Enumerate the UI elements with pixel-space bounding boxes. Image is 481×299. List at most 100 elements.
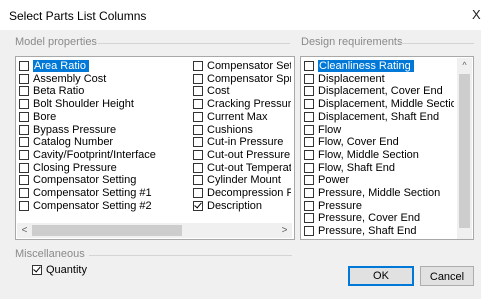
list-item[interactable]: Compensator Setting #1 [19,187,191,200]
cancel-button[interactable]: Cancel [420,266,474,286]
list-item[interactable]: Current Max [193,111,291,124]
design-requirements-list[interactable]: ^ v Cleanliness RatingDisplacementDispla… [300,56,474,240]
list-item[interactable]: Displacement [304,73,454,86]
quantity-checkbox-row[interactable]: Quantity [32,264,87,276]
list-item[interactable]: Beta Ratio [19,85,191,98]
list-item[interactable]: Pressure, Shaft End [304,225,454,238]
checkbox[interactable] [304,73,314,84]
checkbox[interactable] [304,200,314,211]
list-item[interactable]: Displacement, Cover End [304,85,454,98]
checkbox[interactable] [193,149,203,160]
list-item[interactable]: Cut-out Temperature [193,162,291,175]
checkbox[interactable] [193,73,203,84]
item-label: Cut-in Pressure [207,136,284,149]
model-properties-list[interactable]: < > Area Ratio Assembly Cost Beta Ratio Bol… [15,56,295,240]
list-item[interactable]: Closing Pressure [19,162,191,175]
list-item[interactable]: Flow, Cover End [304,136,454,149]
checkbox[interactable] [193,200,203,211]
list-item[interactable]: Cushions [193,124,291,137]
checkbox[interactable] [19,99,29,110]
checkbox[interactable] [304,175,314,186]
item-label: Decompression Rate [207,187,291,199]
list-item[interactable]: Cleanliness Rating [304,60,454,73]
list-item[interactable]: Area Ratio [19,60,191,73]
checkbox[interactable] [304,137,314,148]
checkbox[interactable] [193,111,203,122]
item-label: Compensator Spring [207,72,291,85]
checkbox[interactable] [304,111,314,122]
item-label: Cleanliness Rating [318,60,414,72]
checkbox[interactable] [19,61,29,71]
item-label: Pressure [318,199,363,212]
item-label: Cost [207,85,230,98]
list-item[interactable]: Bore [19,111,191,124]
list-item[interactable]: Cost [193,85,291,98]
checkbox[interactable] [193,162,203,173]
list-item[interactable]: Decompression Rate [193,187,291,200]
checkbox[interactable] [19,111,29,122]
checkbox[interactable] [19,188,29,198]
list-item[interactable]: Compensator Spring [193,73,291,86]
list-item[interactable]: Catalog Number [19,136,191,149]
list-item[interactable]: Description [193,200,291,213]
list-item[interactable]: Displacement, Middle Section [304,98,454,111]
checkbox[interactable] [19,73,29,84]
list-item[interactable]: Flow [304,124,454,137]
vertical-scroll-thumb[interactable] [459,74,470,228]
checkbox[interactable] [19,124,29,135]
list-item[interactable]: Compensator Setting [193,60,291,73]
list-item[interactable]: Compensator Setting [19,174,191,187]
checkbox[interactable] [304,213,314,224]
checkbox[interactable] [304,226,314,237]
list-item[interactable]: Displacement, Shaft End [304,111,454,124]
checkbox[interactable] [193,99,203,110]
list-item[interactable]: Flow, Shaft End [304,162,454,175]
checkbox[interactable] [19,137,29,148]
checkbox[interactable] [19,200,29,211]
item-label: Displacement, Middle Section [318,98,454,111]
checkbox[interactable] [304,188,314,198]
list-item[interactable]: Pressure, Cover End [304,212,454,225]
checkbox[interactable] [19,86,29,97]
scroll-right-icon[interactable]: > [277,223,292,238]
list-item[interactable]: Bypass Pressure [19,124,191,137]
close-icon[interactable]: X [472,7,481,22]
item-label: Displacement, Shaft End [318,110,440,123]
horizontal-scrollbar[interactable]: < > [17,223,292,238]
list-item[interactable]: Power [304,174,454,187]
list-item[interactable]: Cylinder Mount [193,174,291,187]
checkbox[interactable] [193,175,203,186]
checkbox[interactable] [304,99,314,110]
checkbox[interactable] [193,124,203,135]
list-item[interactable]: Flow, Middle Section [304,149,454,162]
list-item[interactable]: Cracking Pressure [193,98,291,111]
item-label: Pressure, Shaft End [318,225,417,238]
list-item[interactable]: Assembly Cost [19,73,191,86]
checkbox[interactable] [304,124,314,135]
item-label: Power [318,174,350,187]
scroll-left-icon[interactable]: < [17,223,32,238]
list-item[interactable]: Pressure [304,200,454,213]
checkbox[interactable] [304,162,314,173]
quantity-checkbox[interactable] [32,265,42,275]
list-item[interactable]: Cut-out Pressure [193,149,291,162]
ok-button[interactable]: OK [348,266,414,286]
checkbox[interactable] [19,162,29,173]
list-item[interactable]: Compensator Setting #2 [19,200,191,213]
checkbox[interactable] [193,188,203,198]
list-item[interactable]: Pressure, Middle Section [304,187,454,200]
checkbox[interactable] [193,61,203,71]
checkbox[interactable] [193,86,203,97]
checkbox[interactable] [304,61,314,71]
list-item[interactable]: Bolt Shoulder Height [19,98,191,111]
scroll-up-icon[interactable]: ^ [457,58,472,73]
horizontal-scroll-thumb[interactable] [32,225,182,236]
checkbox[interactable] [19,149,29,160]
vertical-scrollbar[interactable]: ^ v [457,58,472,239]
checkbox[interactable] [304,149,314,160]
checkbox[interactable] [19,175,29,186]
list-item[interactable]: Cut-in Pressure [193,136,291,149]
checkbox[interactable] [304,86,314,97]
list-item[interactable]: Cavity/Footprint/Interface [19,149,191,162]
checkbox[interactable] [193,137,203,148]
